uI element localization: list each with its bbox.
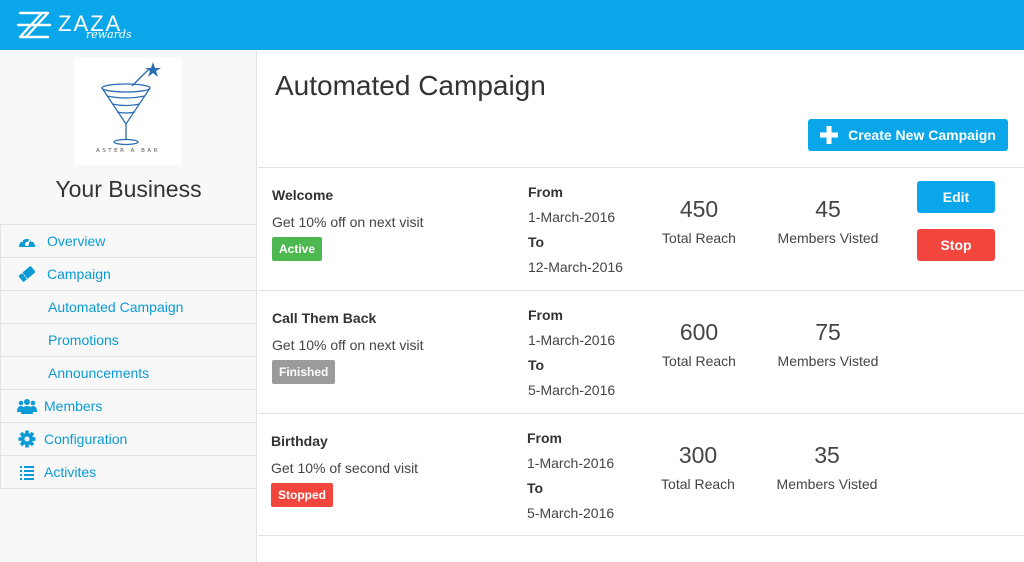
sidebar-item-label: Automated Campaign (48, 299, 184, 315)
total-reach-value: 450 (679, 196, 719, 222)
members-visited-label: Members Visted (776, 476, 878, 492)
sidebar-item-campaign[interactable]: Campaign (0, 258, 257, 291)
sidebar-item-label: Promotions (48, 332, 119, 348)
to-date: 5-March-2016 (527, 505, 615, 521)
top-bar: ZAZA rewards (0, 0, 1024, 50)
plus-icon (820, 126, 839, 144)
members-visited-stat: 45 Members Visted (768, 196, 888, 246)
campaign-description: Get 10% of second visit (271, 460, 419, 476)
sidebar-item-label: Activites (44, 464, 97, 480)
campaign-name: Birthday (271, 433, 328, 449)
brand-logo[interactable]: ZAZA rewards (16, 7, 138, 43)
sidebar-item-promotions[interactable]: Promotions (0, 324, 257, 357)
sidebar-item-overview[interactable]: Overview (0, 225, 257, 258)
sidebar-item-label: Configuration (44, 431, 128, 447)
total-reach-label: Total Reach (662, 353, 736, 369)
campaign-description: Get 10% off on next visit (272, 214, 424, 230)
from-label: From (527, 430, 562, 446)
members-visited-label: Members Visted (777, 353, 879, 369)
campaign-description: Get 10% off on next visit (272, 337, 424, 353)
sidebar-nav: Overview Campaign Automated Campaign Pro… (0, 224, 257, 489)
total-reach-stat: 600 Total Reach (654, 319, 744, 369)
edit-button[interactable]: Edit (917, 181, 995, 213)
sidebar-item-members[interactable]: Members (0, 390, 257, 423)
gear-icon (17, 430, 37, 448)
members-visited-value: 35 (814, 442, 840, 468)
to-date: 12-March-2016 (528, 259, 623, 275)
users-icon (17, 397, 37, 415)
sidebar: ASTER A BAR Your Business Overview Campa… (0, 50, 257, 562)
sidebar-item-configuration[interactable]: Configuration (0, 423, 257, 456)
business-logo: ASTER A BAR (74, 58, 182, 165)
status-badge: Active (272, 237, 323, 261)
business-name: Your Business (55, 176, 202, 202)
to-label: To (528, 234, 545, 250)
cocktail-logo-icon: ASTER A BAR (96, 62, 161, 154)
total-reach-stat: 300 Total Reach (653, 442, 743, 492)
campaign-name: Call Them Back (272, 310, 377, 326)
campaign-row-welcome: Welcome Get 10% off on next visit Active… (258, 168, 1024, 291)
to-date: 5-March-2016 (528, 382, 616, 398)
stop-button[interactable]: Stop (917, 229, 995, 261)
members-visited-stat: 35 Members Visted (767, 442, 887, 492)
members-visited-label: Members Visted (777, 230, 879, 246)
from-date: 1-March-2016 (528, 332, 616, 348)
members-visited-value: 75 (815, 319, 841, 345)
total-reach-value: 600 (679, 319, 719, 345)
status-badge: Finished (272, 360, 336, 384)
sidebar-item-label: Announcements (48, 365, 150, 381)
members-visited-stat: 75 Members Visted (768, 319, 888, 369)
create-new-campaign-button[interactable]: Create New Campaign (808, 119, 1008, 151)
from-date: 1-March-2016 (528, 209, 616, 225)
sidebar-item-automated-campaign[interactable]: Automated Campaign (0, 291, 257, 324)
status-badge: Stopped (271, 483, 333, 507)
sidebar-item-label: Members (44, 398, 103, 414)
page-title: Automated Campaign (275, 70, 546, 101)
total-reach-label: Total Reach (662, 230, 736, 246)
main-content: Automated Campaign Create New Campaign W… (258, 50, 1024, 562)
campaign-row-birthday: Birthday Get 10% of second visit Stopped… (258, 414, 1024, 536)
list-icon (17, 463, 37, 481)
zaza-logo-icon (16, 11, 52, 39)
sidebar-item-label: Campaign (47, 266, 111, 282)
total-reach-label: Total Reach (661, 476, 735, 492)
sidebar-item-activites[interactable]: Activites (0, 456, 257, 489)
brand-tagline: rewards (86, 28, 132, 41)
total-reach-value: 300 (678, 442, 718, 468)
campaign-list: Welcome Get 10% off on next visit Active… (258, 167, 1024, 536)
to-label: To (527, 480, 544, 496)
create-button-label: Create New Campaign (848, 127, 996, 143)
from-date: 1-March-2016 (527, 455, 615, 471)
logo-text: ASTER A BAR (96, 148, 160, 154)
brand-text: ZAZA rewards (58, 7, 138, 43)
campaign-name: Welcome (272, 187, 334, 203)
sidebar-item-announcements[interactable]: Announcements (0, 357, 257, 390)
ticket-icon (17, 265, 37, 283)
dashboard-icon (17, 232, 37, 250)
sidebar-item-label: Overview (47, 233, 106, 249)
from-label: From (528, 307, 563, 323)
to-label: To (528, 357, 545, 373)
campaign-row-call-them-back: Call Them Back Get 10% off on next visit… (258, 291, 1024, 414)
total-reach-stat: 450 Total Reach (654, 196, 744, 246)
from-label: From (528, 184, 563, 200)
members-visited-value: 45 (815, 196, 841, 222)
